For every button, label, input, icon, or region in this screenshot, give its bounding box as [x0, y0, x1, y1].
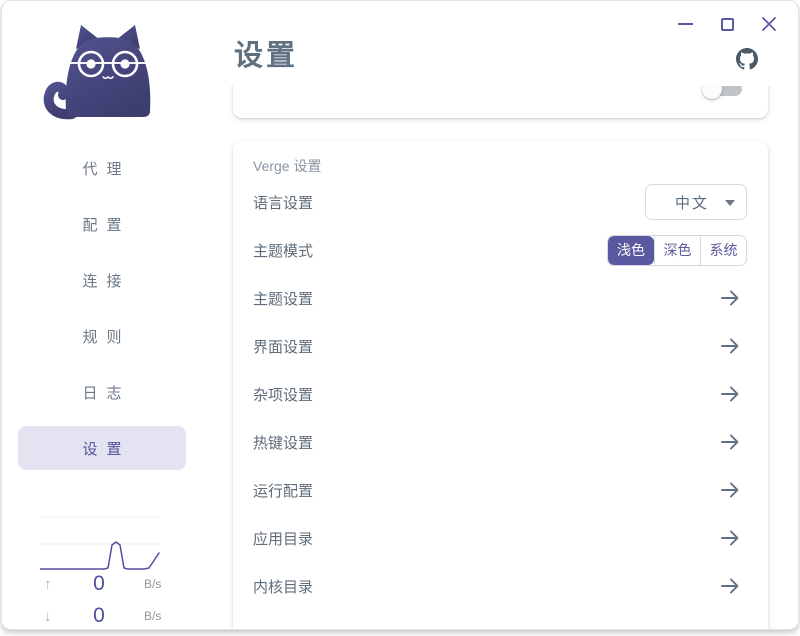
language-value: 中文: [646, 192, 709, 213]
cat-logo: [30, 11, 174, 129]
arrow-right-icon: [719, 335, 741, 357]
upload-value: 0: [70, 572, 128, 596]
sidebar-item-label: 规则: [82, 326, 130, 347]
sidebar-item-settings[interactable]: 设置: [18, 426, 186, 470]
close-icon: [761, 16, 777, 32]
theme-system-button[interactable]: 系统: [700, 236, 746, 265]
arrow-right-icon: [719, 287, 741, 309]
section-title: Verge 设置: [233, 141, 768, 178]
misc-settings-link[interactable]: 杂项设置: [233, 370, 768, 418]
theme-mode-label: 主题模式: [253, 240, 313, 261]
settings-scroll-region[interactable]: 静默启动 Verge 设置 语言设置 中文 主题模式: [202, 86, 798, 629]
link-label: 杂项设置: [253, 384, 313, 405]
window-controls: [671, 11, 783, 37]
sidebar-item-logs[interactable]: 日志: [18, 370, 186, 414]
traffic-stats: ↑ 0 B/s ↓ 0 B/s: [2, 572, 202, 628]
silent-start-toggle[interactable]: [706, 86, 742, 96]
chevron-down-icon: [725, 200, 735, 206]
theme-settings-link[interactable]: 主题设置: [233, 274, 768, 322]
sidebar-item-label: 日志: [82, 382, 130, 403]
sidebar-item-label: 设置: [82, 438, 130, 459]
close-button[interactable]: [755, 11, 783, 37]
clipped-row-label: 静默启动: [249, 86, 305, 89]
theme-light-button[interactable]: 浅色: [608, 236, 654, 265]
verge-settings-card: Verge 设置 语言设置 中文 主题模式 浅色 深色 系统: [233, 141, 768, 629]
arrow-right-icon: [719, 527, 741, 549]
sidebar-item-label: 配置: [82, 214, 130, 235]
link-label: 内核目录: [253, 576, 313, 597]
link-label: 界面设置: [253, 336, 313, 357]
toggle-thumb: [702, 86, 722, 99]
arrow-down-icon: ↓: [44, 608, 70, 625]
arrow-right-icon: [719, 383, 741, 405]
link-label: 运行配置: [253, 480, 313, 501]
language-select[interactable]: 中文: [645, 184, 747, 220]
arrow-up-icon: ↑: [44, 576, 70, 593]
main-panel: 设置 静默启动 Verge 设置 语言设置 中文: [202, 1, 798, 629]
minimize-icon: [678, 23, 693, 25]
sidebar-item-label: 连接: [82, 270, 130, 291]
arrow-right-icon: [719, 431, 741, 453]
link-label: 主题设置: [253, 288, 313, 309]
language-label: 语言设置: [253, 192, 313, 213]
download-stat: ↓ 0 B/s: [2, 604, 202, 628]
interface-settings-link[interactable]: 界面设置: [233, 322, 768, 370]
sidebar-item-connections[interactable]: 连接: [18, 258, 186, 302]
link-label: 热键设置: [253, 432, 313, 453]
minimize-button[interactable]: [671, 11, 699, 37]
upload-stat: ↑ 0 B/s: [2, 572, 202, 596]
sidebar: 代理 配置 连接 规则 日志 设置 ↑ 0 B/s ↓ 0 B/s: [2, 1, 202, 629]
runtime-config-link[interactable]: 运行配置: [233, 466, 768, 514]
maximize-icon: [721, 18, 734, 31]
sidebar-item-rules[interactable]: 规则: [18, 314, 186, 358]
sidebar-item-proxy[interactable]: 代理: [18, 146, 186, 190]
sidebar-item-profiles[interactable]: 配置: [18, 202, 186, 246]
maximize-button[interactable]: [713, 11, 741, 37]
traffic-graph: [40, 507, 160, 573]
sidebar-nav: 代理 配置 连接 规则 日志 设置: [2, 146, 202, 482]
language-setting-row: 语言设置 中文: [233, 178, 768, 226]
core-dir-link[interactable]: 内核目录: [233, 562, 768, 610]
page-title: 设置: [234, 37, 798, 75]
link-label: 应用目录: [253, 528, 313, 549]
sidebar-item-label: 代理: [82, 158, 130, 179]
theme-mode-row: 主题模式 浅色 深色 系统: [233, 226, 768, 274]
download-unit: B/s: [128, 609, 172, 623]
theme-dark-button[interactable]: 深色: [654, 236, 700, 265]
theme-mode-group: 浅色 深色 系统: [607, 235, 747, 266]
hotkey-settings-link[interactable]: 热键设置: [233, 418, 768, 466]
arrow-right-icon: [719, 575, 741, 597]
github-button[interactable]: [736, 48, 758, 70]
arrow-right-icon: [719, 479, 741, 501]
system-settings-card-clipped: 静默启动: [233, 86, 768, 118]
app-dir-link[interactable]: 应用目录: [233, 514, 768, 562]
app-window: 代理 配置 连接 规则 日志 设置 ↑ 0 B/s ↓ 0 B/s: [1, 0, 799, 630]
download-value: 0: [70, 604, 128, 628]
upload-unit: B/s: [128, 577, 172, 591]
github-icon: [736, 48, 758, 70]
traffic-line: [40, 542, 159, 569]
